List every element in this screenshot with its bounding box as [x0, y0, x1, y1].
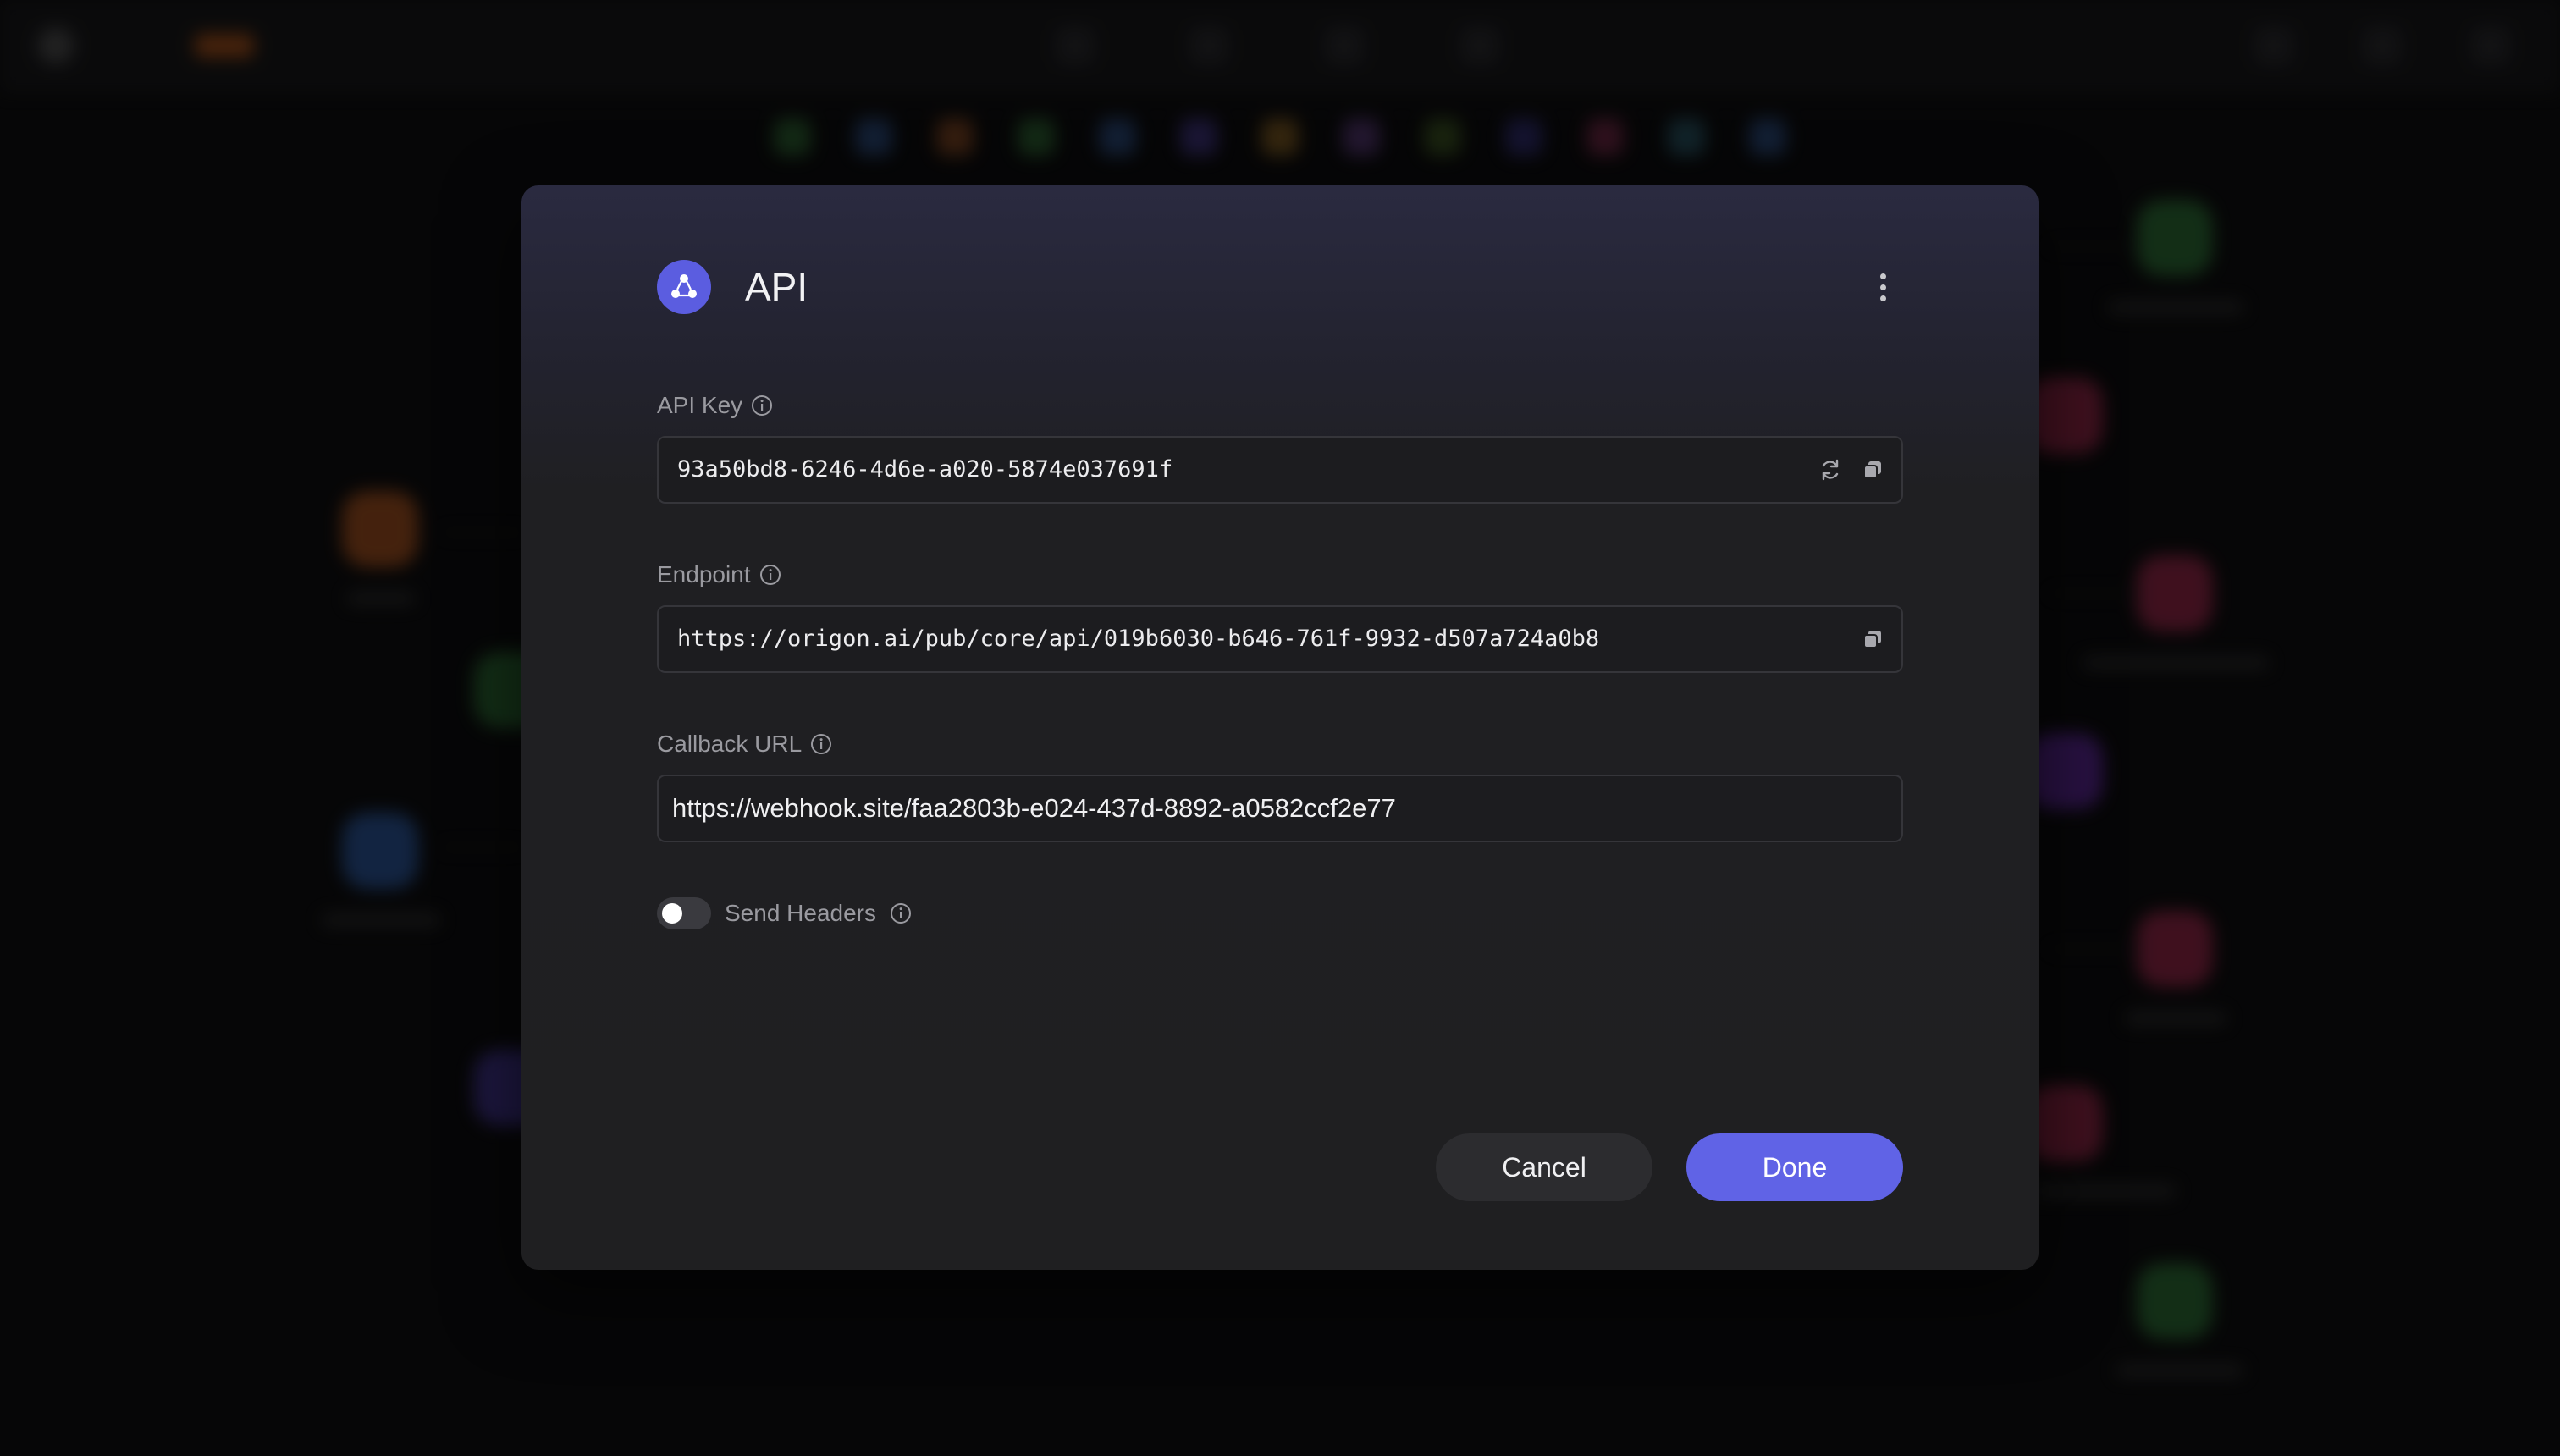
info-icon[interactable]	[751, 394, 773, 416]
endpoint-label: Endpoint	[657, 561, 751, 587]
dialog-title: API	[745, 265, 808, 309]
api-key-value[interactable]: 93a50bd8-6246-4d6e-a020-5874e037691f	[677, 438, 1172, 502]
api-key-label-row: API Key	[657, 389, 773, 422]
info-icon[interactable]	[810, 733, 832, 755]
callback-url-field	[657, 775, 1903, 842]
callback-url-label-row: Callback URL	[657, 727, 832, 761]
api-key-field[interactable]: 93a50bd8-6246-4d6e-a020-5874e037691f	[657, 436, 1903, 504]
send-headers-toggle[interactable]	[657, 897, 711, 929]
info-icon[interactable]	[890, 902, 912, 924]
copy-icon[interactable]	[1856, 453, 1890, 487]
api-icon	[657, 260, 711, 314]
done-button[interactable]: Done	[1686, 1133, 1903, 1201]
send-headers-label: Send Headers	[725, 900, 877, 926]
endpoint-field[interactable]: https://origon.ai/pub/core/api/019b6030-…	[657, 605, 1903, 673]
refresh-icon[interactable]	[1813, 453, 1847, 487]
info-icon[interactable]	[759, 564, 781, 586]
more-vertical-icon[interactable]	[1862, 267, 1903, 307]
dialog-header: API	[657, 260, 1903, 314]
send-headers-row: Send Headers	[657, 895, 912, 932]
copy-icon[interactable]	[1856, 622, 1890, 656]
endpoint-value[interactable]: https://origon.ai/pub/core/api/019b6030-…	[677, 607, 1599, 671]
cancel-button[interactable]: Cancel	[1436, 1133, 1652, 1201]
callback-url-input[interactable]	[659, 776, 1901, 841]
callback-url-label: Callback URL	[657, 731, 803, 757]
api-key-label: API Key	[657, 392, 743, 418]
api-settings-dialog: API API Key 93a50bd8-6246-4d6e-a020-5874…	[521, 185, 2039, 1270]
toggle-knob	[662, 903, 682, 924]
endpoint-label-row: Endpoint	[657, 558, 781, 592]
